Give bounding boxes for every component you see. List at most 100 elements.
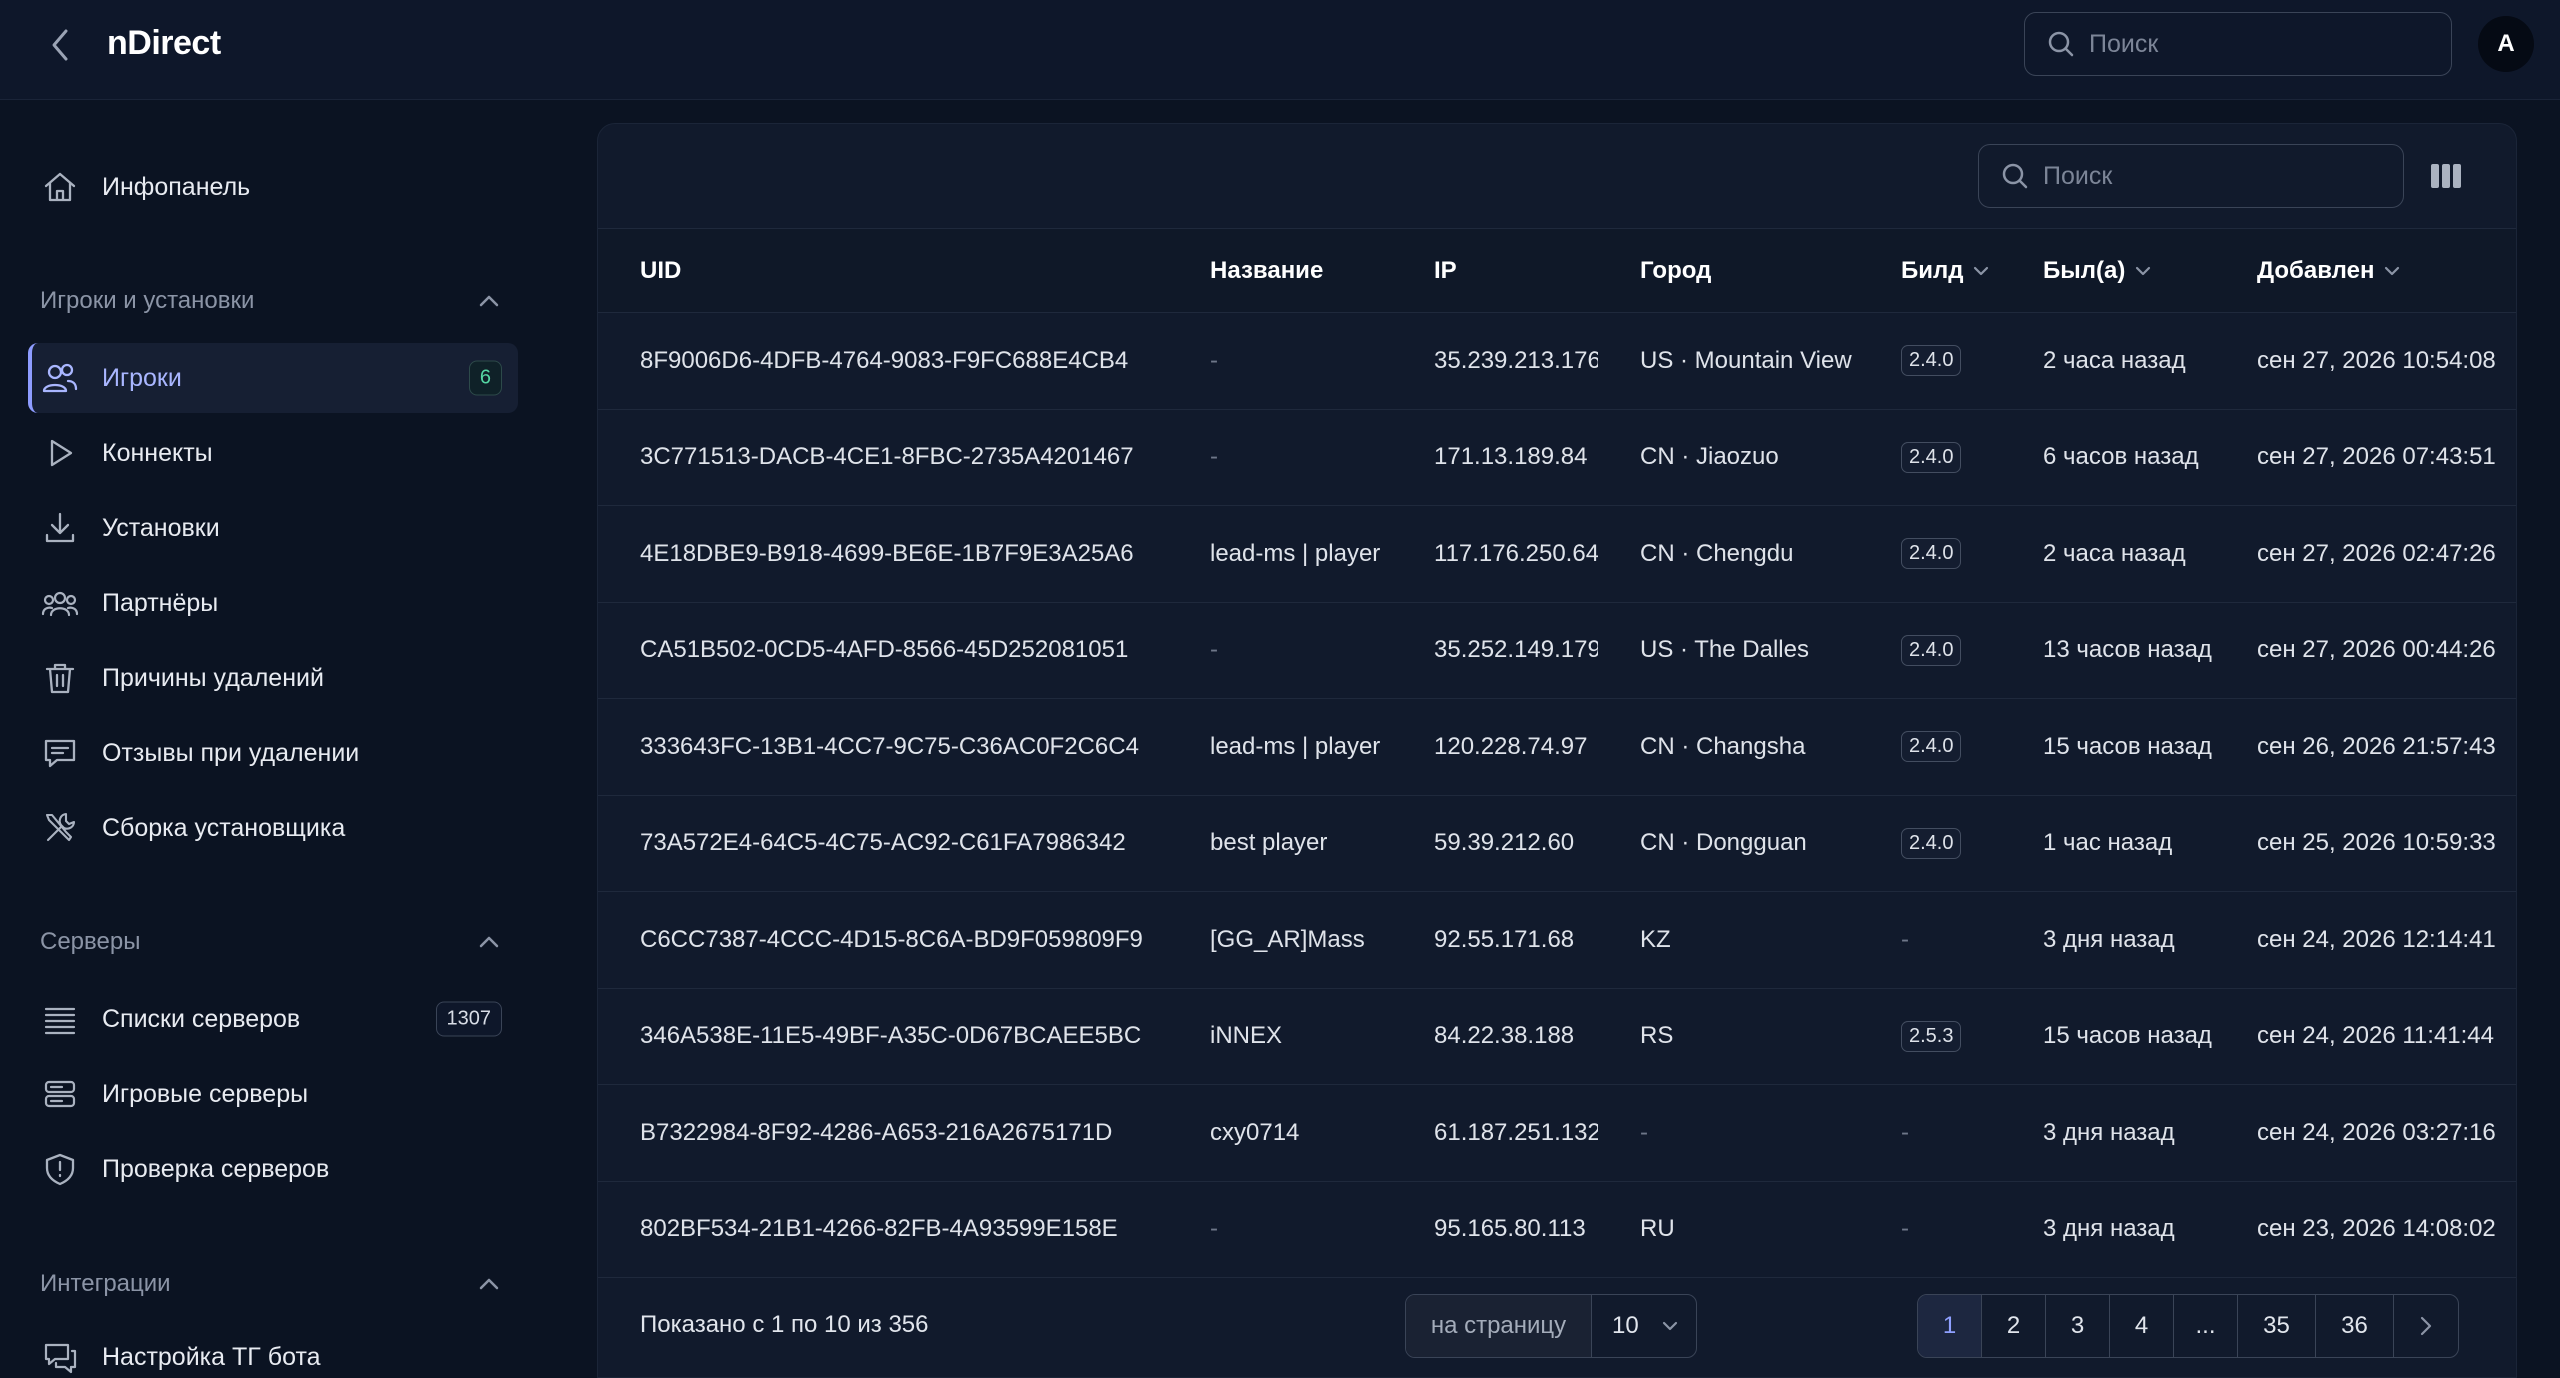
sidebar-item-connects[interactable]: Коннекты — [28, 418, 518, 488]
home-icon — [38, 165, 82, 209]
cell-seen: 1 час назад — [2001, 795, 2215, 892]
global-search[interactable] — [2024, 12, 2452, 76]
cell-build: 2.4.0 — [1859, 602, 2001, 699]
section-servers[interactable]: Серверы — [40, 922, 500, 962]
section-title: Игроки и установки — [40, 287, 255, 314]
table-search[interactable] — [1978, 144, 2404, 208]
sidebar-item-label: Игровые серверы — [102, 1079, 309, 1108]
table-row[interactable]: B7322984-8F92-4286-A653-216A2675171D cxy0… — [598, 1084, 2516, 1182]
sidebar-item-delete-feedback[interactable]: Отзывы при удалении — [28, 718, 518, 788]
cell-added: сен 27, 2026 00:44:26 — [2215, 602, 2516, 699]
chevron-left-icon — [52, 29, 68, 61]
cell-ip: 117.176.250.64 — [1392, 505, 1598, 603]
page-button-1[interactable]: 1 — [1918, 1295, 1982, 1357]
column-header-city[interactable]: Город — [1598, 228, 1859, 313]
table-row[interactable]: 802BF534-21B1-4266-82FB-4A93599E158E -95.… — [598, 1181, 2516, 1278]
avatar[interactable]: A — [2478, 16, 2534, 72]
cell-ip: 120.228.74.97 — [1392, 698, 1598, 796]
per-page-select[interactable]: 10 — [1592, 1295, 1696, 1357]
build-badge: 2.4.0 — [1901, 345, 1962, 377]
per-page-value: 10 — [1612, 1312, 1639, 1339]
cell-build: 2.4.0 — [1859, 312, 2001, 410]
sidebar-item-tg-bot[interactable]: Настройка ТГ бота — [28, 1322, 518, 1378]
pagination-summary: Показано с 1 по 10 из 356 — [640, 1311, 929, 1338]
table-search-input[interactable] — [2043, 161, 2373, 191]
cell-seen: 2 часа назад — [2001, 312, 2215, 410]
sidebar-item-server-lists[interactable]: Списки серверов 1307 — [28, 984, 518, 1054]
table-row[interactable]: 73A572E4-64C5-4C75-AC92-C61FA7986342 best… — [598, 795, 2516, 892]
column-header-ip[interactable]: IP — [1392, 228, 1598, 313]
cell-build: - — [1859, 1181, 2001, 1278]
page-button-3[interactable]: 3 — [2046, 1295, 2110, 1357]
cell-build: 2.4.0 — [1859, 795, 2001, 892]
chevron-up-icon — [479, 1278, 499, 1290]
section-integrations[interactable]: Интеграции — [40, 1264, 500, 1304]
table-row[interactable]: C6CC7387-4CCC-4D15-8C6A-BD9F059809F9 [GG_… — [598, 891, 2516, 989]
chevron-right-icon — [2420, 1316, 2432, 1336]
columns-toggle-button[interactable] — [2428, 160, 2464, 192]
sidebar-item-partners[interactable]: Партнёры — [28, 568, 518, 638]
column-header-added[interactable]: Добавлен — [2215, 228, 2516, 313]
back-button[interactable] — [40, 25, 80, 65]
cell-uid: C6CC7387-4CCC-4D15-8C6A-BD9F059809F9 — [598, 891, 1168, 989]
players-table: UID Название IP Город Билд Был(а) Добавл… — [598, 228, 2516, 1278]
sidebar-item-players[interactable]: Игроки 6 — [28, 343, 518, 413]
cell-uid: 73A572E4-64C5-4C75-AC92-C61FA7986342 — [598, 795, 1168, 892]
list-icon — [38, 997, 82, 1041]
group-icon — [38, 581, 82, 625]
sidebar-item-installer-build[interactable]: Сборка установщика — [28, 793, 518, 863]
section-players-installs[interactable]: Игроки и установки — [40, 281, 500, 321]
table-row[interactable]: 333643FC-13B1-4CC7-9C75-C36AC0F2C6C4 lead… — [598, 698, 2516, 796]
sidebar-item-dashboard[interactable]: Инфопанель — [28, 152, 518, 222]
table-row[interactable]: 3C771513-DACB-4CE1-8FBC-2735A4201467-171… — [598, 409, 2516, 506]
sidebar-item-label: Игроки — [102, 363, 182, 392]
next-page-button[interactable] — [2394, 1295, 2458, 1357]
sidebar-item-installs[interactable]: Установки — [28, 493, 518, 563]
table-row[interactable]: 4E18DBE9-B918-4699-BE6E-1B7F9E3A25A6 lead… — [598, 505, 2516, 603]
column-header-build[interactable]: Билд — [1859, 228, 2001, 313]
column-header-uid[interactable]: UID — [598, 228, 1168, 313]
page-button-35[interactable]: 35 — [2238, 1295, 2316, 1357]
cell-name: - — [1168, 602, 1392, 699]
cell-seen: 3 дня назад — [2001, 891, 2215, 989]
cell-name: - — [1168, 409, 1392, 506]
global-search-input[interactable] — [2089, 29, 2419, 59]
cell-name: [GG_AR]Mass — [1168, 891, 1392, 989]
table-row[interactable]: 346A538E-11E5-49BF-A35C-0D67BCAEE5BC iNNE… — [598, 988, 2516, 1085]
page-button-36[interactable]: 36 — [2316, 1295, 2394, 1357]
column-header-name[interactable]: Название — [1168, 228, 1392, 313]
cell-uid: 802BF534-21B1-4266-82FB-4A93599E158E — [598, 1181, 1168, 1278]
sidebar-item-game-servers[interactable]: Игровые серверы — [28, 1059, 518, 1129]
chevron-down-icon — [1974, 266, 1989, 275]
page-button-4[interactable]: 4 — [2110, 1295, 2174, 1357]
page-button-2[interactable]: 2 — [1982, 1295, 2046, 1357]
cell-city: CN · Chengdu — [1598, 505, 1859, 603]
cell-name: - — [1168, 1181, 1392, 1278]
cell-added: сен 27, 2026 07:43:51 — [2215, 409, 2516, 506]
sidebar-item-label: Коннекты — [102, 438, 213, 467]
cell-uid: 346A538E-11E5-49BF-A35C-0D67BCAEE5BC — [598, 988, 1168, 1085]
cell-name: - — [1168, 312, 1392, 410]
sidebar-item-label: Инфопанель — [102, 172, 251, 201]
cell-build: - — [1859, 1084, 2001, 1182]
cell-name: lead-ms | player — [1168, 505, 1392, 603]
cell-added: сен 24, 2026 03:27:16 — [2215, 1084, 2516, 1182]
cell-seen: 13 часов назад — [2001, 602, 2215, 699]
page-ellipsis: ... — [2174, 1295, 2238, 1357]
cell-seen: 3 дня назад — [2001, 1084, 2215, 1182]
chat-icon — [38, 1335, 82, 1378]
build-badge: 2.4.0 — [1901, 538, 1962, 570]
section-title: Серверы — [40, 928, 141, 955]
table-row[interactable]: 8F9006D6-4DFB-4764-9083-F9FC688E4CB4-35.… — [598, 312, 2516, 410]
cell-city: CN · Dongguan — [1598, 795, 1859, 892]
sidebar-item-label: Отзывы при удалении — [102, 738, 360, 767]
pagination: 1 2 3 4... 35 36 — [1917, 1294, 2459, 1358]
columns-icon — [2431, 164, 2461, 188]
table-row[interactable]: CA51B502-0CD5-4AFD-8566-45D252081051-35.… — [598, 602, 2516, 699]
cell-seen: 15 часов назад — [2001, 988, 2215, 1085]
column-header-seen[interactable]: Был(а) — [2001, 228, 2215, 313]
cell-added: сен 26, 2026 21:57:43 — [2215, 698, 2516, 796]
sidebar-item-delete-reasons[interactable]: Причины удалений — [28, 643, 518, 713]
sidebar-item-server-check[interactable]: Проверка серверов — [28, 1134, 518, 1204]
cell-added: сен 24, 2026 12:14:41 — [2215, 891, 2516, 989]
